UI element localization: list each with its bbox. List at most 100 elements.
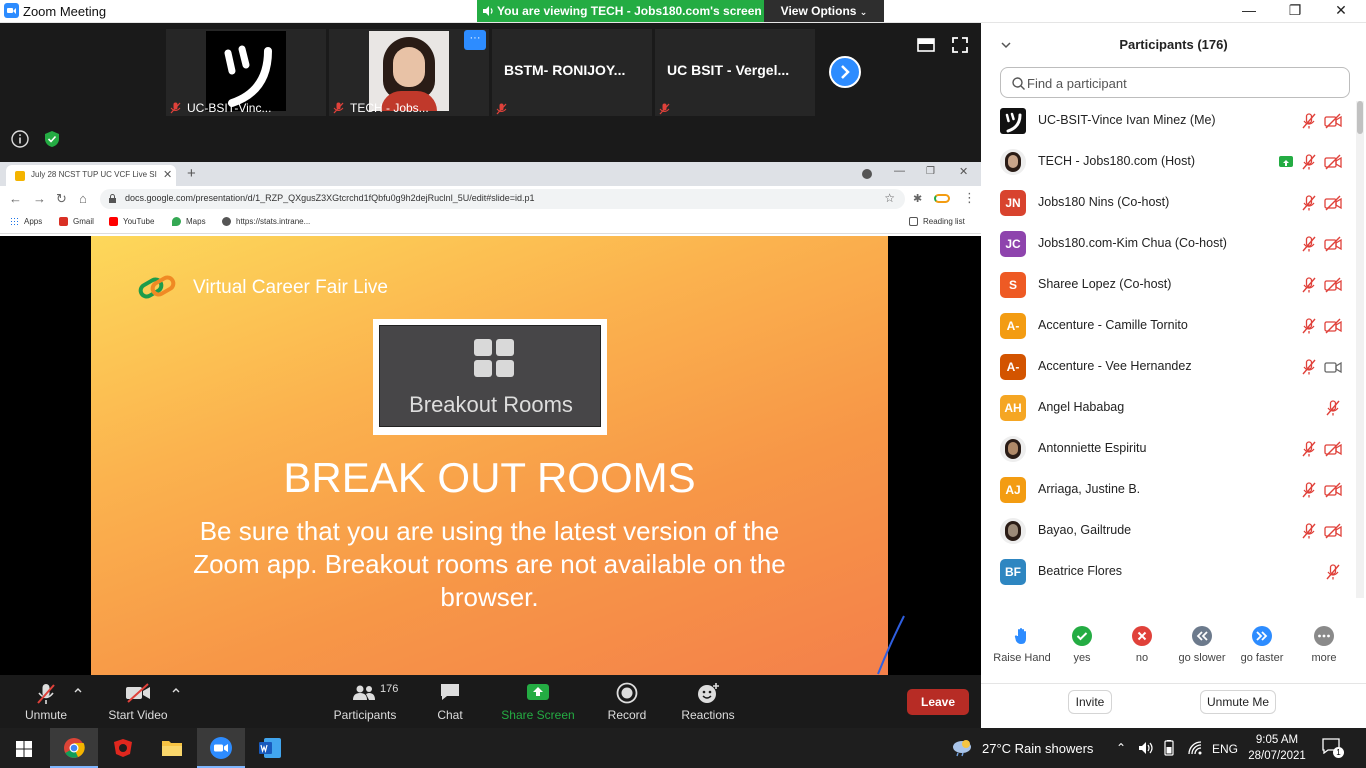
participant-search-box[interactable] — [1000, 67, 1350, 98]
battery-icon[interactable] — [1162, 740, 1176, 756]
bookmark-stats[interactable]: https://stats.intrane... — [222, 217, 310, 226]
unmute-button[interactable]: Unmute — [16, 675, 76, 728]
reload-icon[interactable]: ↻ — [56, 191, 67, 207]
audio-options-chevron-icon[interactable] — [73, 685, 83, 695]
reaction-more-button[interactable]: more — [1289, 626, 1359, 664]
reaction-go-faster-button[interactable]: go faster — [1227, 626, 1297, 664]
record-button[interactable]: Record — [600, 675, 654, 728]
participant-row[interactable]: AH Angel Hababag — [981, 388, 1356, 429]
folder-icon — [162, 741, 182, 756]
video-options-chevron-icon[interactable] — [171, 685, 181, 695]
participants-button[interactable]: 176 Participants — [330, 675, 400, 728]
taskbar-chrome[interactable] — [50, 728, 98, 768]
slide-brand-text: Virtual Career Fair Live — [193, 277, 389, 298]
info-icon[interactable] — [10, 129, 30, 149]
scrollbar-thumb[interactable] — [1357, 101, 1363, 134]
taskbar-garena[interactable] — [99, 728, 147, 768]
search-input[interactable] — [1027, 74, 1327, 92]
next-page-button[interactable] — [829, 56, 861, 88]
taskbar-zoom[interactable] — [197, 728, 245, 768]
jobs180-logo-icon — [138, 275, 176, 299]
tile-label: TECH - Jobs... — [333, 101, 429, 115]
participant-row[interactable]: UC-BSIT-Vince Ivan Minez (Me) — [981, 101, 1356, 142]
close-window-button[interactable]: ✕ — [1318, 0, 1364, 22]
participant-row[interactable]: Bayao, Gailtrude — [981, 511, 1356, 552]
participant-row[interactable]: BF Beatrice Flores — [981, 552, 1356, 593]
language-indicator[interactable]: ENG — [1212, 742, 1238, 756]
chat-label: Chat — [437, 708, 463, 722]
participant-row[interactable]: JC Jobs180.com-Kim Chua (Co-host) — [981, 224, 1356, 265]
address-bar[interactable]: docs.google.com/presentation/d/1_RZP_QXg… — [100, 189, 905, 209]
muted-mic-icon — [1326, 400, 1340, 416]
video-off-icon — [126, 683, 150, 703]
video-tile[interactable]: UC BSIT - Vergel... — [655, 29, 815, 116]
share-screen-icon — [527, 684, 549, 700]
video-tile[interactable]: UC-BSIT-Vinc... — [166, 29, 326, 116]
shield-icon[interactable] — [42, 129, 62, 149]
leave-button[interactable]: Leave — [907, 689, 969, 715]
close-tab-icon[interactable]: ✕ — [163, 168, 172, 181]
participant-row[interactable]: S Sharee Lopez (Co-host) — [981, 265, 1356, 306]
chat-button[interactable]: Chat — [430, 675, 470, 728]
participants-panel: Participants (176) UC-BSIT-Vince Ivan Mi… — [981, 23, 1366, 728]
view-options-button[interactable]: View Options ⌄ — [764, 0, 884, 22]
bookmark-youtube[interactable]: YouTube — [109, 217, 154, 226]
notification-center-button[interactable]: 1 — [1322, 738, 1344, 758]
weather-text[interactable]: 27°C Rain showers — [982, 741, 1093, 756]
bookmark-gmail[interactable]: Gmail — [59, 217, 94, 226]
reactions-button[interactable]: Reactions — [674, 675, 742, 728]
browser-tab[interactable]: July 28 NCST TUP UC VCF Live SI ✕ — [6, 165, 176, 186]
participant-row[interactable]: TECH - Jobs180.com (Host) — [981, 142, 1356, 183]
shared-slide-area: Virtual Career Fair Live Breakout Rooms … — [0, 236, 981, 675]
fullscreen-icon[interactable] — [950, 35, 970, 55]
avatar — [1000, 436, 1026, 462]
avatar: JC — [1000, 231, 1026, 257]
participant-list-scrollbar[interactable] — [1356, 101, 1364, 598]
browser-minimize-icon[interactable]: — — [894, 165, 905, 177]
new-tab-icon[interactable]: + — [187, 165, 196, 182]
browser-menu-icon[interactable]: ⋮ — [963, 190, 976, 206]
bookmark-label: Gmail — [73, 217, 94, 226]
show-hidden-icons-icon[interactable]: ⌃ — [1116, 741, 1126, 755]
layout-view-icon[interactable] — [916, 35, 936, 55]
restore-button[interactable]: ❐ — [1272, 0, 1318, 22]
bookmark-maps[interactable]: Maps — [172, 217, 206, 226]
unmute-me-button[interactable]: Unmute Me — [1200, 690, 1276, 714]
url-text: docs.google.com/presentation/d/1_RZP_QXg… — [125, 193, 535, 203]
extensions-icon[interactable]: ✱ — [913, 192, 922, 205]
tile-name: BSTM- RONIJOY... — [504, 62, 626, 78]
share-screen-button[interactable]: Share Screen — [500, 675, 576, 728]
forward-icon[interactable]: → — [33, 191, 46, 206]
start-video-button[interactable]: Start Video — [104, 675, 172, 728]
tile-label — [496, 103, 513, 115]
participant-row[interactable]: JN Jobs180 Nins (Co-host) — [981, 183, 1356, 224]
system-clock[interactable]: 9:05 AM 28/07/2021 — [1247, 732, 1307, 764]
tile-more-options-button[interactable]: ··· — [464, 30, 486, 50]
bookmark-label: Apps — [24, 217, 43, 226]
video-tile[interactable]: BSTM- RONIJOY... — [492, 29, 652, 116]
home-icon[interactable]: ⌂ — [79, 191, 87, 206]
participant-row[interactable]: A- Accenture - Vee Hernandez — [981, 347, 1356, 388]
tab-search-icon[interactable] — [862, 169, 872, 179]
participant-row[interactable]: A- Accenture - Camille Tornito — [981, 306, 1356, 347]
minimize-button[interactable]: — — [1226, 0, 1272, 22]
wifi-icon[interactable] — [1187, 740, 1203, 756]
browser-restore-icon[interactable]: ❐ — [926, 166, 935, 177]
chat-icon — [441, 684, 459, 700]
browser-close-icon[interactable]: ✕ — [959, 165, 968, 178]
muted-mic-icon — [1302, 523, 1316, 539]
participant-row[interactable]: AJ Arriaga, Justine B. — [981, 470, 1356, 511]
participant-row[interactable]: Antonniette Espiritu — [981, 429, 1356, 470]
bookmark-apps[interactable]: Apps — [10, 217, 42, 226]
breakout-rooms-image: Breakout Rooms — [373, 319, 607, 435]
taskbar-word[interactable] — [246, 728, 294, 768]
reading-list[interactable]: Reading list — [909, 217, 965, 226]
taskbar-file-explorer[interactable] — [148, 728, 196, 768]
jobs180-extension-icon[interactable] — [934, 194, 950, 203]
invite-button[interactable]: Invite — [1068, 690, 1112, 714]
volume-icon[interactable] — [1138, 741, 1154, 755]
start-button[interactable] — [0, 728, 48, 768]
hand-icon — [1012, 626, 1032, 646]
bookmark-star-icon[interactable]: ☆ — [884, 191, 895, 205]
back-icon[interactable]: ← — [9, 191, 22, 206]
